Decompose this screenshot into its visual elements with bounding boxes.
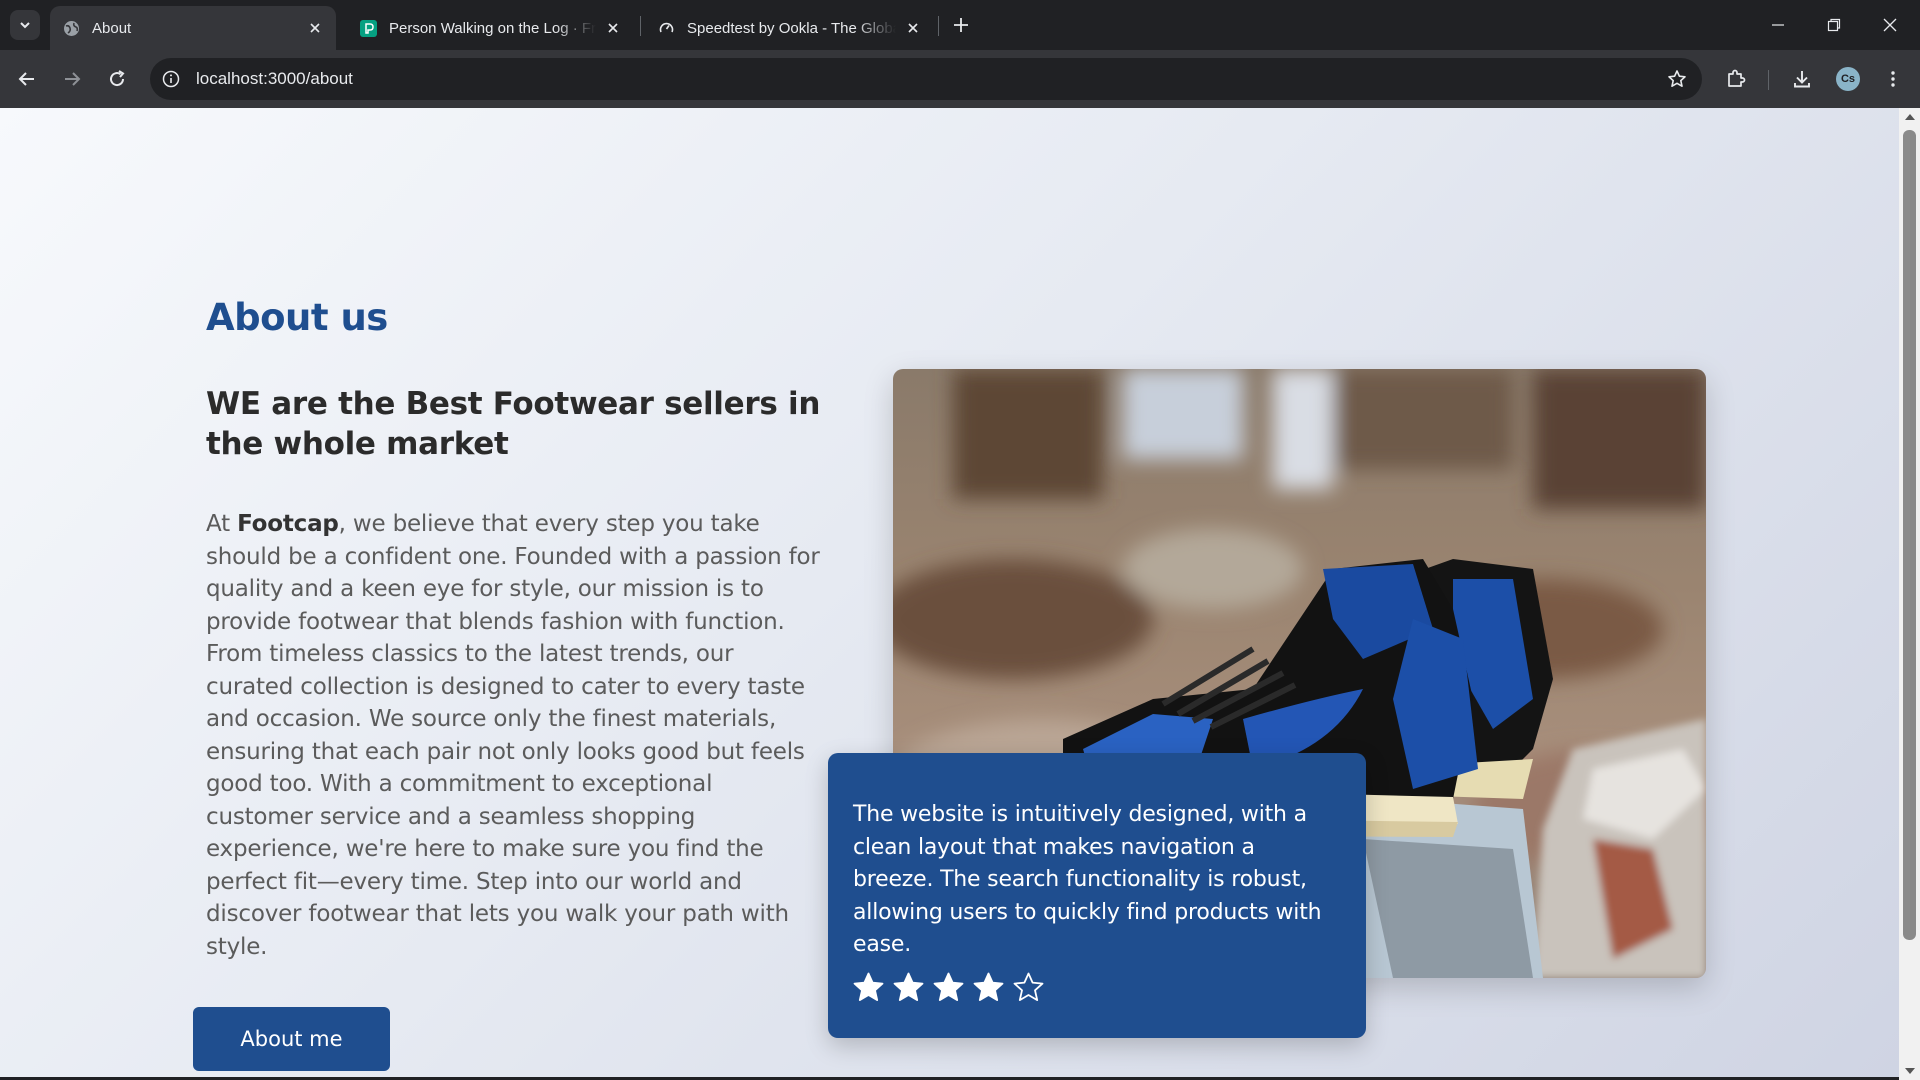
reload-icon [110, 70, 125, 87]
browser-toolbar: localhost:3000/about [0, 50, 1920, 108]
tab-title: About [92, 19, 132, 37]
star-filled-icon [973, 972, 1004, 1001]
tab-separator [938, 16, 939, 36]
bookmark-star-icon[interactable] [1666, 68, 1688, 90]
forward-button[interactable] [57, 64, 87, 94]
address-bar[interactable]: localhost:3000/about [150, 58, 1702, 100]
restore-icon [1827, 18, 1841, 32]
profile-avatar[interactable]: Cs [1836, 67, 1860, 91]
scroll-up-arrow-icon[interactable] [1905, 114, 1915, 120]
tab-title: Person Walking on the Log · Free [389, 19, 596, 37]
downloads-button[interactable] [1787, 64, 1817, 94]
reload-button[interactable] [102, 64, 132, 94]
star-filled-icon [893, 972, 924, 1001]
chevron-down-icon [20, 22, 30, 29]
tab-about[interactable]: About [50, 6, 336, 50]
review-card: The website is intuitively designed, wit… [828, 753, 1366, 1038]
tab-separator [640, 16, 641, 36]
browser-menu-button[interactable] [1878, 64, 1908, 94]
scrollbar[interactable] [1899, 108, 1920, 1080]
toolbar-divider [1768, 70, 1769, 90]
minimize-button[interactable] [1764, 12, 1792, 38]
about-paragraph: At Footcap, we believe that every step y… [206, 508, 826, 963]
about-me-button[interactable]: About me [193, 1007, 390, 1071]
scrollbar-thumb[interactable] [1903, 130, 1916, 940]
close-window-button[interactable] [1876, 12, 1904, 38]
star-empty-icon [1013, 972, 1044, 1001]
speedtest-icon [658, 20, 675, 37]
star-rating [853, 972, 1341, 1003]
headline: WE are the Best Footwear sellers in the … [206, 386, 821, 462]
review-text: The website is intuitively designed, wit… [853, 802, 1322, 957]
extensions-button[interactable] [1721, 64, 1751, 94]
tab-strip: About Person Walking on the Log · Free S… [0, 0, 1920, 50]
close-icon [1883, 18, 1897, 32]
close-tab-icon[interactable] [306, 19, 324, 37]
minimize-icon [1772, 24, 1784, 26]
close-tab-icon[interactable] [904, 19, 922, 37]
page-title: About us [206, 296, 388, 339]
page-viewport: About us WE are the Best Footwear seller… [0, 108, 1899, 1078]
puzzle-icon [1728, 69, 1746, 87]
tab-pexels[interactable]: Person Walking on the Log · Free [348, 6, 634, 50]
star-filled-icon [853, 972, 884, 1001]
url-text: localhost:3000/about [196, 69, 353, 88]
tab-title: Speedtest by Ookla - The Global [687, 19, 896, 37]
plus-icon [954, 18, 968, 32]
star-filled-icon [933, 972, 964, 1001]
forward-arrow-icon [65, 72, 81, 86]
globe-icon [63, 20, 80, 37]
tab-search-button[interactable] [10, 10, 40, 40]
pexels-icon [360, 19, 377, 37]
back-arrow-icon [18, 72, 34, 86]
site-info-icon[interactable] [160, 68, 182, 90]
new-tab-button[interactable] [948, 12, 974, 38]
close-tab-icon[interactable] [604, 19, 622, 37]
download-icon [1794, 71, 1810, 88]
back-button[interactable] [12, 64, 42, 94]
about-paragraph-rest: , we believe that every step you take sh… [206, 511, 820, 960]
brand-name: Footcap [237, 511, 339, 537]
scroll-down-arrow-icon[interactable] [1905, 1068, 1915, 1074]
about-paragraph-prefix: At [206, 511, 238, 537]
tab-speedtest[interactable]: Speedtest by Ookla - The Global [646, 6, 934, 50]
restore-button[interactable] [1820, 12, 1848, 38]
more-vertical-icon [1891, 71, 1895, 87]
